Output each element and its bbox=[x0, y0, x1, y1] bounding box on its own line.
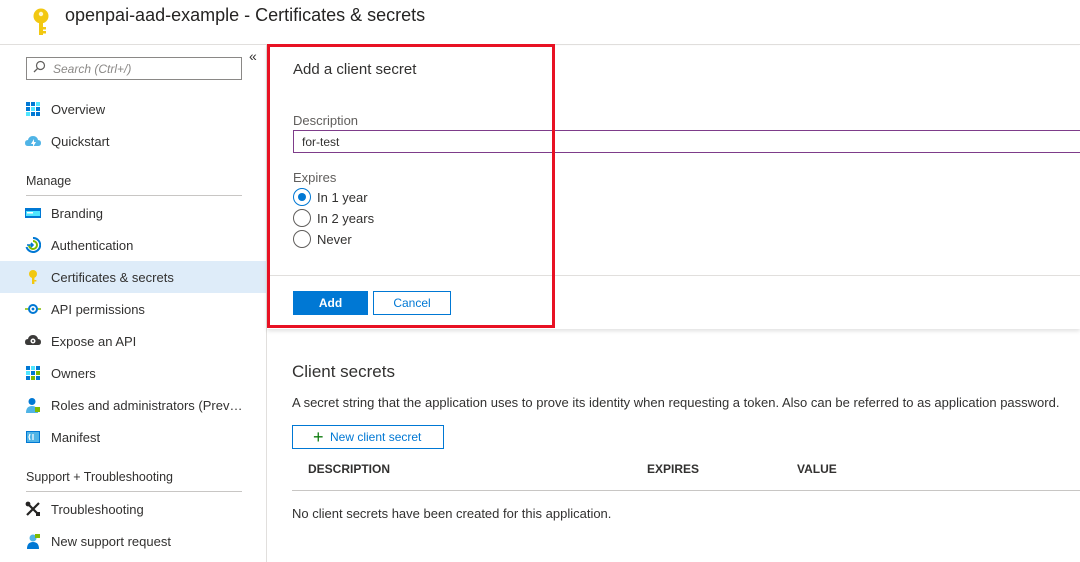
cancel-button[interactable]: Cancel bbox=[373, 291, 451, 315]
page-header: openpai-aad-example - Certificates & sec… bbox=[0, 0, 1080, 45]
collapse-sidebar-button[interactable]: « bbox=[249, 48, 257, 64]
radio-label: In 1 year bbox=[317, 189, 368, 205]
plus-icon: + bbox=[313, 427, 324, 447]
sidebar-item-expose-api[interactable]: Expose an API bbox=[0, 325, 266, 357]
radio-button[interactable] bbox=[293, 230, 311, 248]
client-secrets-title: Client secrets bbox=[292, 362, 395, 381]
radio-button-checked[interactable] bbox=[293, 188, 311, 206]
expires-option-2-years[interactable]: In 2 years bbox=[293, 208, 374, 228]
page-title: openpai-aad-example - Certificates & sec… bbox=[65, 5, 426, 25]
sidebar-item-label: Troubleshooting bbox=[51, 501, 144, 517]
new-client-secret-button[interactable]: + New client secret bbox=[292, 425, 444, 449]
sidebar-item-quickstart[interactable]: Quickstart bbox=[0, 125, 266, 157]
description-input[interactable] bbox=[293, 130, 1080, 153]
sidebar-item-label: Manifest bbox=[51, 429, 101, 445]
sidebar-item-certificates-secrets[interactable]: Certificates & secrets bbox=[0, 261, 266, 293]
section-divider bbox=[26, 195, 242, 196]
sidebar-item-manifest[interactable]: Manifest bbox=[0, 421, 266, 453]
search-icon bbox=[33, 60, 46, 78]
sidebar-item-label: Certificates & secrets bbox=[51, 269, 174, 285]
empty-table-message: No client secrets have been created for … bbox=[292, 506, 612, 521]
radio-label: Never bbox=[317, 231, 352, 247]
column-header-value: VALUE bbox=[797, 462, 837, 476]
support-person-icon bbox=[25, 533, 41, 549]
sidebar-item-label: Quickstart bbox=[51, 133, 110, 149]
sidebar-item-label: Authentication bbox=[51, 237, 134, 253]
sidebar-item-label: Owners bbox=[51, 365, 96, 381]
api-permissions-icon bbox=[25, 301, 41, 317]
overview-grid-icon bbox=[25, 101, 41, 117]
search-input[interactable] bbox=[53, 61, 233, 76]
sidebar-item-authentication[interactable]: Authentication bbox=[0, 229, 266, 261]
manifest-icon bbox=[25, 429, 41, 445]
description-label: Description bbox=[293, 113, 359, 128]
add-client-secret-panel: Add a client secret Description Expires … bbox=[267, 46, 1080, 329]
add-button[interactable]: Add bbox=[293, 291, 368, 315]
owners-grid-icon bbox=[25, 365, 41, 381]
sidebar-item-label: New support request bbox=[51, 533, 171, 549]
panel-divider bbox=[267, 275, 1080, 276]
column-header-expires: EXPIRES bbox=[647, 462, 700, 476]
authentication-icon bbox=[25, 237, 41, 253]
sidebar-item-label: Roles and administrators (Previ... bbox=[51, 397, 243, 413]
sidebar-item-label: Branding bbox=[51, 205, 104, 221]
quickstart-cloud-icon bbox=[25, 133, 41, 149]
branding-icon bbox=[25, 205, 41, 221]
person-badge-icon bbox=[25, 397, 41, 413]
new-client-secret-label: New client secret bbox=[330, 430, 422, 444]
sidebar-item-new-support-request[interactable]: New support request bbox=[0, 525, 266, 557]
sidebar-item-overview[interactable]: Overview bbox=[0, 93, 266, 125]
section-title-support: Support + Troubleshooting bbox=[26, 470, 173, 484]
radio-button[interactable] bbox=[293, 209, 311, 227]
sidebar-item-label: Expose an API bbox=[51, 333, 137, 349]
radio-label: In 2 years bbox=[317, 210, 375, 226]
cloud-gear-icon bbox=[25, 333, 41, 349]
sidebar-search[interactable] bbox=[26, 57, 242, 80]
wrench-icon bbox=[25, 501, 41, 517]
table-header-divider bbox=[292, 490, 1080, 491]
sidebar-item-owners[interactable]: Owners bbox=[0, 357, 266, 389]
sidebar-item-troubleshooting[interactable]: Troubleshooting bbox=[0, 493, 266, 525]
sidebar-item-roles-administrators[interactable]: Roles and administrators (Previ... bbox=[0, 389, 266, 421]
panel-title: Add a client secret bbox=[293, 61, 417, 78]
column-header-description: DESCRIPTION bbox=[308, 462, 391, 476]
section-divider bbox=[26, 491, 242, 492]
client-secrets-description: A secret string that the application use… bbox=[292, 395, 1060, 410]
section-title-manage: Manage bbox=[26, 174, 72, 188]
sidebar-item-label: Overview bbox=[51, 101, 106, 117]
sidebar-item-api-permissions[interactable]: API permissions bbox=[0, 293, 266, 325]
sidebar-item-branding[interactable]: Branding bbox=[0, 197, 266, 229]
expires-option-never[interactable]: Never bbox=[293, 229, 352, 249]
sidebar: « Overview Quickstart Manage Branding Au… bbox=[0, 45, 267, 562]
expires-label: Expires bbox=[293, 170, 337, 185]
sidebar-item-label: API permissions bbox=[51, 301, 145, 317]
key-icon bbox=[25, 269, 41, 285]
key-icon bbox=[30, 7, 52, 37]
expires-option-1-year[interactable]: In 1 year bbox=[293, 187, 368, 207]
